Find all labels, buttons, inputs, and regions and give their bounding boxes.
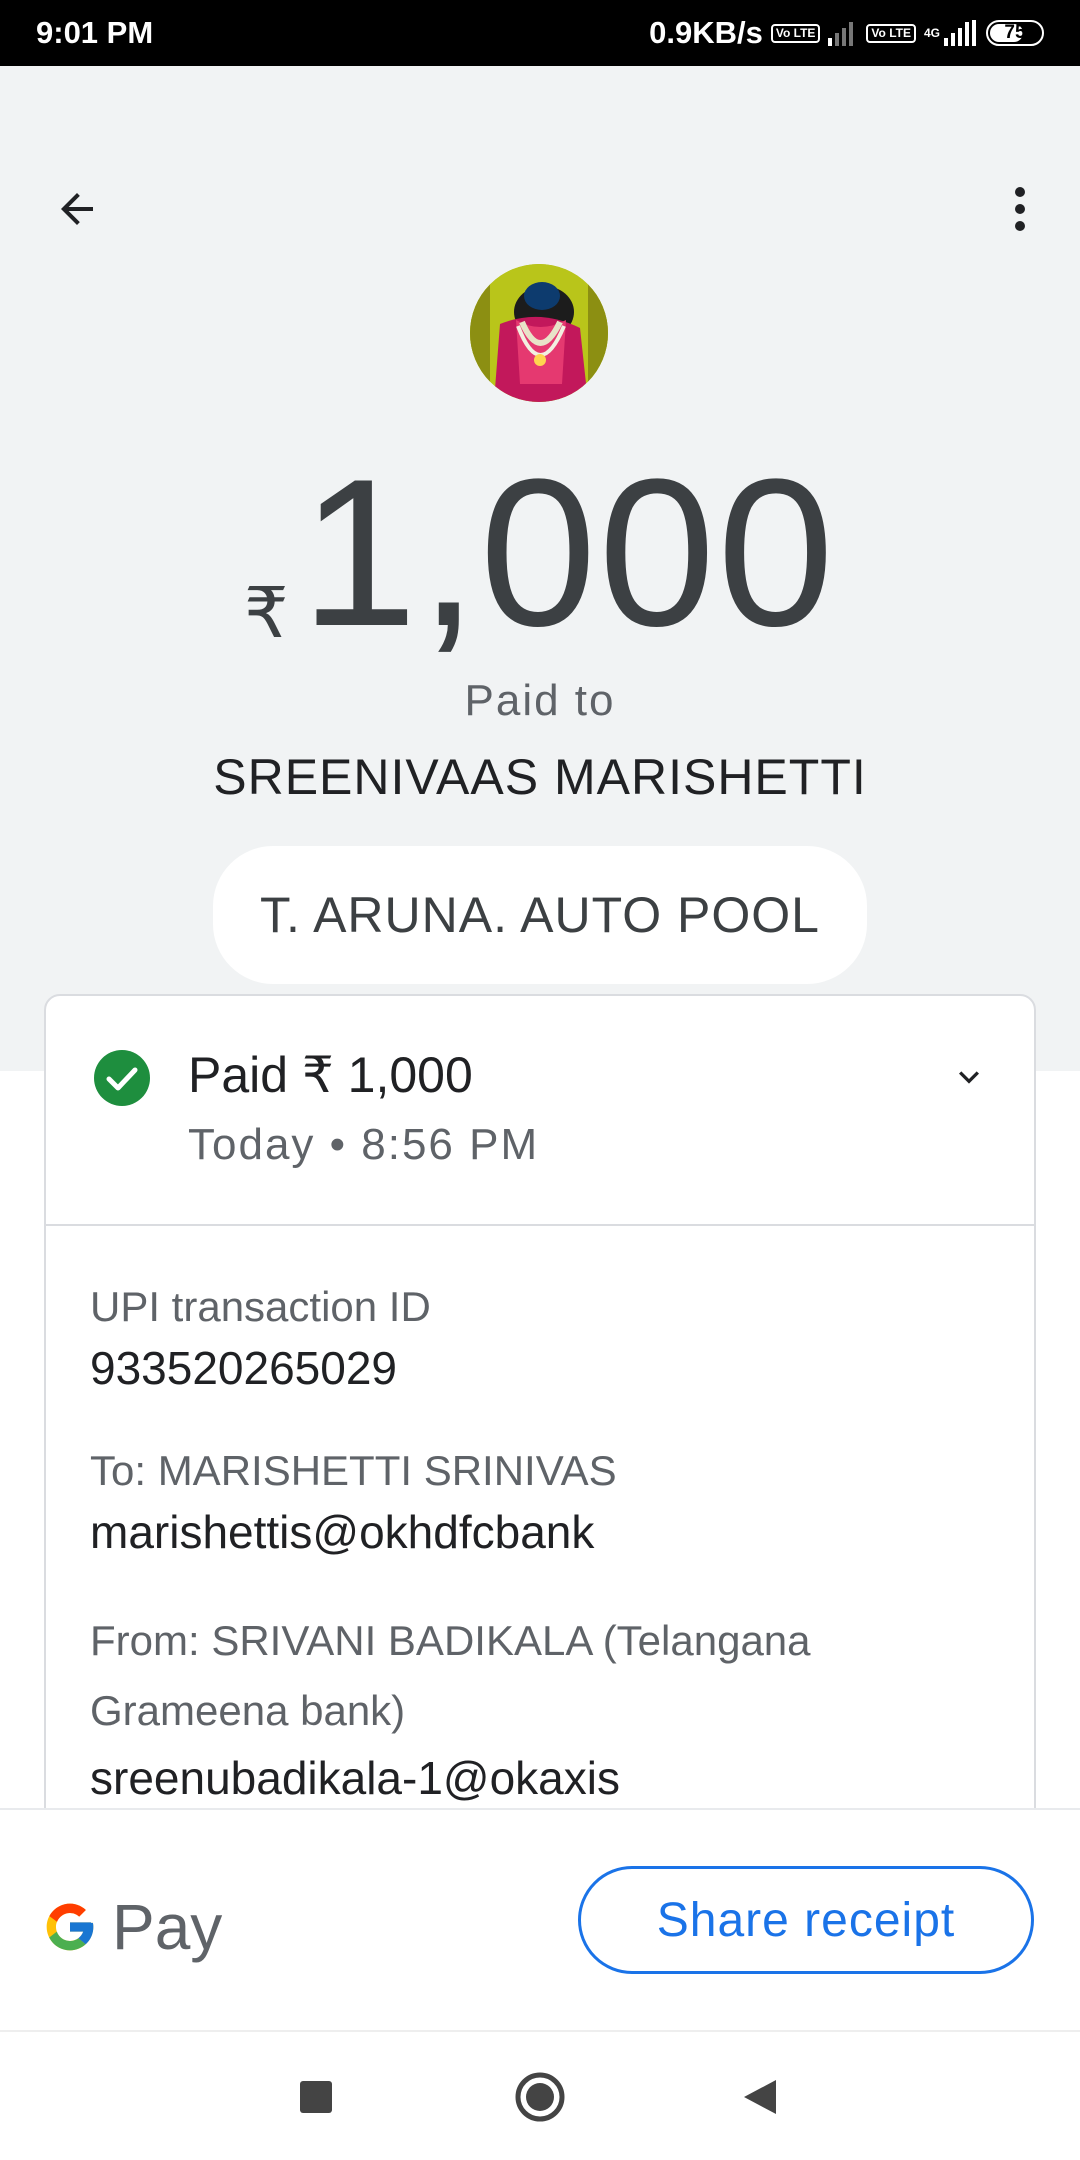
- to-value: marishettis@okhdfcbank: [90, 1506, 595, 1558]
- upi-id-label: UPI transaction ID: [90, 1283, 431, 1330]
- status-bar: 9:01 PM 0.9KB/s Vo LTE Vo LTE 4G 75: [0, 0, 1080, 66]
- payment-header: ₹1,000 Paid to SREENIVAAS MARISHETTI T. …: [0, 66, 1080, 1071]
- gpay-logo: Pay: [42, 1890, 222, 1964]
- upi-id-value: 933520265029: [90, 1342, 397, 1394]
- nav-back-button[interactable]: [725, 2062, 795, 2132]
- battery-icon: 75: [986, 20, 1044, 46]
- home-icon: [515, 2072, 565, 2122]
- payee-avatar: [470, 264, 608, 402]
- status-time: 9:01 PM: [36, 15, 154, 50]
- back-button[interactable]: [42, 174, 112, 244]
- status-icons: 0.9KB/s Vo LTE Vo LTE 4G 75: [649, 15, 1044, 51]
- network-type: 4G: [923, 26, 940, 40]
- to-label: To: MARISHETTI SRINIVAS: [90, 1447, 617, 1494]
- summary-title: Paid ₹ 1,000: [188, 1047, 473, 1103]
- recents-button[interactable]: [281, 2062, 351, 2132]
- check-circle-icon: [94, 1050, 150, 1106]
- arrow-back-icon: [61, 193, 93, 225]
- payment-amount: ₹1,000: [0, 438, 1080, 668]
- paid-to-label: Paid to: [464, 676, 616, 725]
- back-icon: [744, 2080, 776, 2114]
- amount-value: 1,000: [300, 435, 837, 670]
- payee-name: SREENIVAAS MARISHETTI: [213, 749, 867, 805]
- deity-image: [470, 264, 608, 402]
- battery-level: 75: [1004, 22, 1026, 43]
- network-speed: 0.9KB/s: [649, 15, 763, 50]
- currency-symbol: ₹: [243, 574, 291, 652]
- expand-button[interactable]: [934, 1042, 1004, 1112]
- signal-icon-2: [944, 20, 976, 46]
- google-g-icon: [46, 1903, 94, 1951]
- more-vert-icon: [1015, 187, 1025, 231]
- transaction-details: UPI transaction ID 933520265029 To: MARI…: [90, 1278, 990, 1852]
- share-receipt-button[interactable]: Share receipt: [578, 1866, 1034, 1974]
- transaction-summary[interactable]: Paid ₹ 1,000 Today • 8:56 PM: [46, 996, 1034, 1226]
- from-label: From: SRIVANI BADIKALA (Telangana Gramee…: [90, 1617, 811, 1734]
- gpay-logo-text: Pay: [112, 1891, 223, 1963]
- summary-time: Today • 8:56 PM: [188, 1120, 540, 1169]
- volte-icon-2: Vo LTE: [866, 23, 916, 43]
- signal-icon: [828, 22, 854, 46]
- more-options-button[interactable]: [990, 174, 1050, 244]
- system-nav-bar: [0, 2030, 1080, 2160]
- volte-icon: Vo LTE: [770, 23, 821, 43]
- payment-note: T. ARUNA. AUTO POOL: [213, 846, 867, 984]
- chevron-down-icon: [959, 1071, 979, 1084]
- from-value: sreenubadikala-1@okaxis: [90, 1752, 620, 1804]
- action-bar: Pay Share receipt: [0, 1808, 1080, 2030]
- home-button[interactable]: [505, 2062, 575, 2132]
- recents-icon: [300, 2081, 332, 2113]
